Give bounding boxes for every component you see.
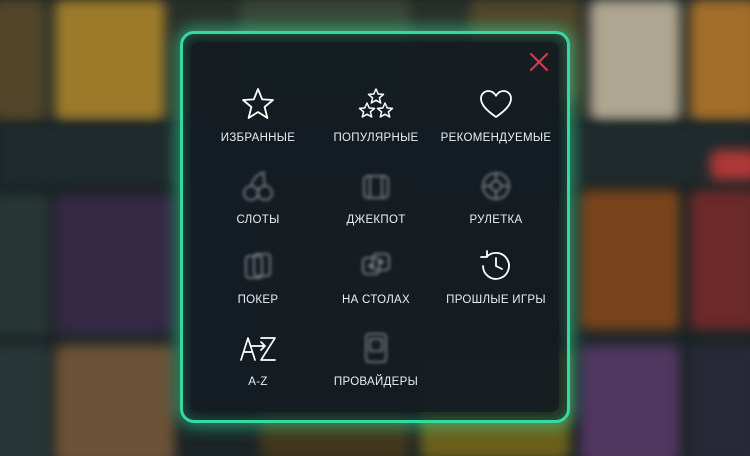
category-favorites[interactable]: ИЗБРАННЫЕ [193, 84, 323, 158]
background-tile [0, 0, 45, 120]
background-tile [55, 345, 175, 456]
category-recommended[interactable]: РЕКОМЕНДУЕМЫЕ [431, 84, 561, 158]
roulette-icon [476, 166, 516, 206]
background-tile [710, 150, 750, 180]
category-providers[interactable]: ПРОВАЙДЕРЫ [311, 328, 441, 402]
category-label: ПОПУЛЯРНЫЕ [333, 132, 419, 144]
close-button[interactable] [521, 44, 557, 80]
dice-icon [356, 246, 396, 286]
category-label: ДЖЕКПОТ [346, 214, 406, 226]
close-icon [529, 52, 549, 72]
category-poker[interactable]: ПОКЕР [193, 246, 323, 320]
history-icon [476, 246, 516, 286]
background-tile [580, 345, 680, 456]
category-label: A-Z [248, 376, 268, 388]
heart-icon [476, 84, 516, 124]
category-slots[interactable]: СЛОТЫ [193, 166, 323, 240]
background-tile [580, 190, 680, 330]
background-tile [0, 195, 50, 335]
category-a-z[interactable]: A-Z [193, 328, 323, 402]
a-z-icon [238, 328, 278, 368]
category-label: НА СТОЛАХ [341, 294, 410, 306]
category-label: ПРОШЛЫЕ ИГРЫ [446, 294, 546, 306]
game-categories-modal: ИЗБРАННЫЕ ПОПУЛЯРНЫЕ РЕКОМЕНДУЕМЫЕ СЛОТЫ… [180, 31, 570, 423]
jackpot-icon [356, 166, 396, 206]
background-tile [55, 0, 165, 120]
background-tile [55, 195, 175, 335]
background-tile [690, 190, 750, 330]
background-tile [590, 0, 680, 120]
category-recent-games[interactable]: ПРОШЛЫЕ ИГРЫ [431, 246, 561, 320]
category-label: РЕКОМЕНДУЕМЫЕ [440, 132, 552, 144]
category-label: ИЗБРАННЫЕ [220, 132, 296, 144]
cherry-icon [238, 166, 278, 206]
category-popular[interactable]: ПОПУЛЯРНЫЕ [311, 84, 441, 158]
stars-icon [356, 84, 396, 124]
star-icon [238, 84, 278, 124]
category-label: ПОКЕР [237, 294, 279, 306]
background-tile [690, 0, 750, 120]
category-label: СЛОТЫ [236, 214, 280, 226]
providers-icon [356, 328, 396, 368]
poker-cards-icon [238, 246, 278, 286]
background-tile [690, 345, 750, 456]
category-label: РУЛЕТКА [469, 214, 523, 226]
category-roulette[interactable]: РУЛЕТКА [431, 166, 561, 240]
category-label: ПРОВАЙДЕРЫ [333, 376, 419, 388]
category-jackpot[interactable]: ДЖЕКПОТ [311, 166, 441, 240]
background-tile [0, 345, 50, 456]
category-table-games[interactable]: НА СТОЛАХ [311, 246, 441, 320]
